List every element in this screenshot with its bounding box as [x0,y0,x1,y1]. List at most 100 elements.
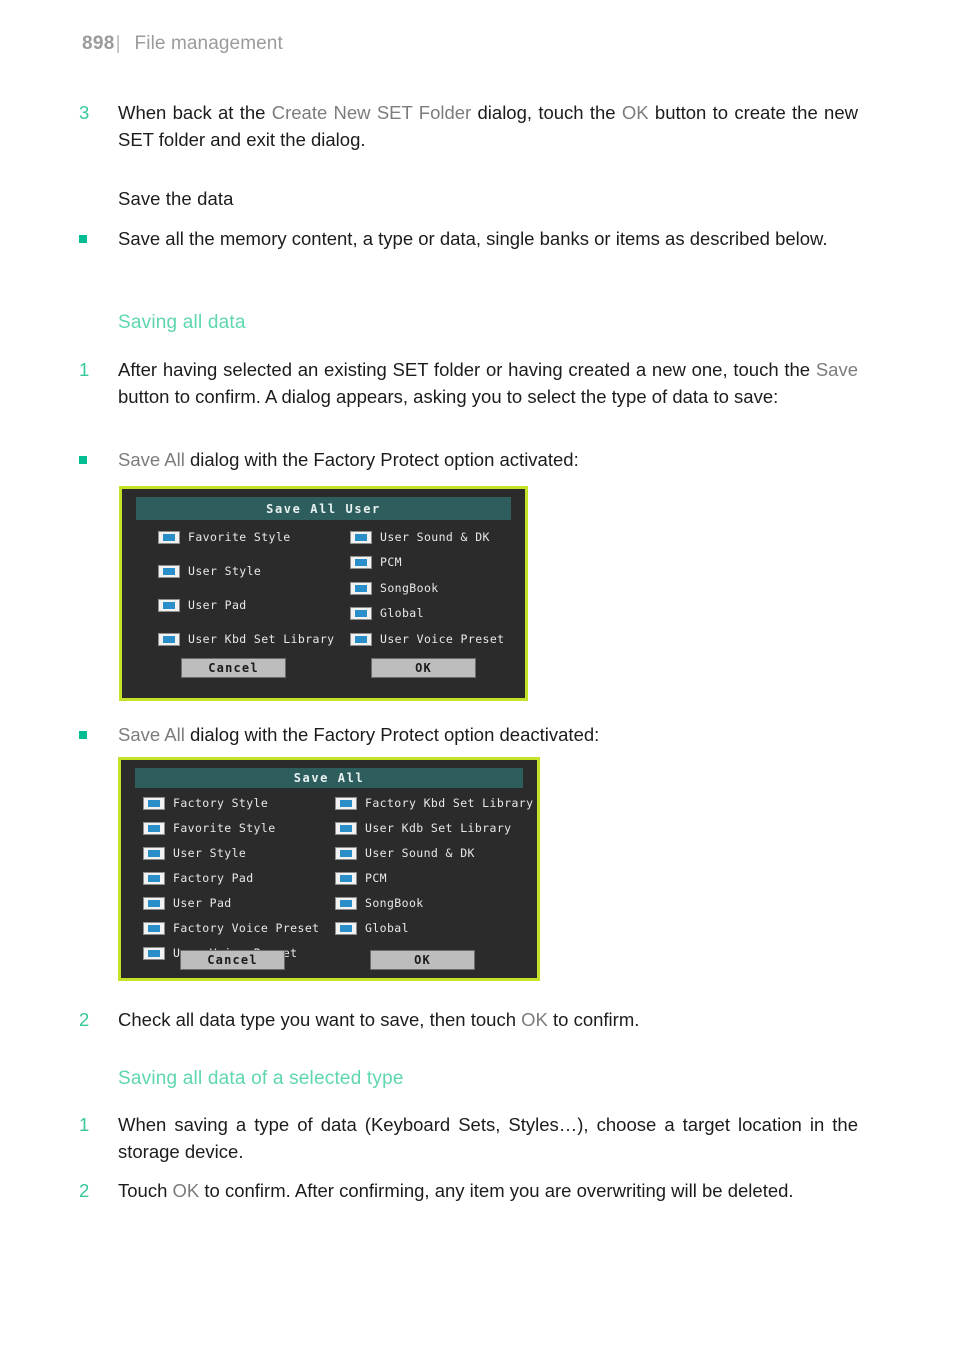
checkbox-label: User Voice Preset [380,632,505,646]
step-saving-1-number: 1 [79,359,90,380]
dialog-save-all-user-inner: Save All User Favorite Style User Style … [126,493,521,694]
dialog-save-all-titlebar: Save All [135,768,523,788]
checkbox-row-global[interactable]: Global [350,606,424,620]
checkbox-label: PCM [380,555,402,569]
checkbox-row-user-style[interactable]: User Style [158,564,261,578]
step-selected-type-1: 1 When saving a type of data (Keyboard S… [76,1112,858,1165]
checkbox-row-user-style[interactable]: User Style [143,846,246,860]
checkbox-row-user-sound-dk[interactable]: User Sound & DK [335,846,475,860]
checkbox-row-songbook[interactable]: SongBook [350,581,439,595]
step-saving-1-post: button to confirm. A dialog appears, ask… [118,385,779,407]
bullet-marker-wrap [76,722,118,749]
checkbox-icon[interactable] [335,821,357,835]
step-3-ok-label: OK [621,102,649,123]
checkbox-row-user-kbd-set-library[interactable]: User Kbd Set Library [158,632,334,646]
checkbox-row-pcm[interactable]: PCM [335,871,387,885]
checkbox-icon[interactable] [335,896,357,910]
bullet-factory-protect-activated-text: Save All dialog with the Factory Protect… [118,447,858,474]
checkbox-icon[interactable] [350,530,372,544]
checkbox-label: Factory Style [173,796,269,810]
step-saving-2-number: 2 [79,1009,90,1030]
checkbox-label: User Pad [188,598,247,612]
checkbox-icon[interactable] [158,632,180,646]
checkbox-row-user-pad[interactable]: User Pad [158,598,247,612]
checkbox-row-user-kdb-set-library[interactable]: User Kdb Set Library [335,821,511,835]
header-separator: | [115,33,121,54]
checkbox-row-user-sound-dk[interactable]: User Sound & DK [350,530,490,544]
checkbox-label: PCM [365,871,387,885]
dialog-save-all-user[interactable]: Save All User Favorite Style User Style … [119,486,528,701]
cancel-button[interactable]: Cancel [180,950,285,970]
step-selected-1-text: When saving a type of data (Keyboard Set… [118,1114,858,1162]
dialog-save-all-user-titlebar: Save All User [136,497,511,520]
bullet-factory-protect-deactivated: Save All dialog with the Factory Protect… [76,722,858,749]
dialog-save-all[interactable]: Save All Factory Style Favorite Style Us… [118,757,540,981]
checkbox-row-pcm[interactable]: PCM [350,555,402,569]
checkbox-label: User Style [173,846,247,860]
step-saving-2-ok-label: OK [521,1009,548,1030]
checkbox-icon[interactable] [143,796,165,810]
checkbox-icon[interactable] [143,846,165,860]
step-saving-all-data-1: 1 After having selected an existing SET … [76,357,858,410]
subheading-save-the-data: Save the data [118,188,234,209]
dialog-save-all-inner: Save All Factory Style Favorite Style Us… [125,764,533,974]
step-selected-type-2: 2 Touch OK to confirm. After confirming,… [76,1178,858,1205]
step-selected-2-pre: Touch [118,1180,173,1201]
checkbox-row-factory-kbd-set-library[interactable]: Factory Kbd Set Library [335,796,533,810]
checkbox-icon[interactable] [158,598,180,612]
checkbox-icon[interactable] [350,555,372,569]
checkbox-icon[interactable] [143,821,165,835]
checkbox-icon[interactable] [143,946,165,960]
step-3-text: When back at the Create New SET Folder d… [118,100,858,153]
checkbox-label: Factory Pad [173,871,254,885]
checkbox-row-user-pad[interactable]: User Pad [143,896,232,910]
checkbox-label: Global [380,606,424,620]
step-saving-1-save-label: Save [815,359,858,380]
checkbox-row-songbook[interactable]: SongBook [335,896,424,910]
checkbox-icon[interactable] [335,921,357,935]
step-saving-2-post: to confirm. [547,1009,640,1030]
bullet-marker-wrap [76,447,118,474]
checkbox-icon[interactable] [158,564,180,578]
checkbox-icon[interactable] [350,606,372,620]
checkbox-icon[interactable] [335,846,357,860]
checkbox-label: User Style [188,564,262,578]
checkbox-label: Favorite Style [188,530,291,544]
checkbox-icon[interactable] [143,921,165,935]
checkbox-row-factory-pad[interactable]: Factory Pad [143,871,254,885]
step-3-text-mid: dialog, touch the [471,102,622,123]
checkbox-row-favorite-style[interactable]: Favorite Style [158,530,291,544]
checkbox-icon[interactable] [335,796,357,810]
bullet-factory-protect-deactivated-text: Save All dialog with the Factory Protect… [118,722,858,749]
step-saving-1-pre: After having selected an existing SET fo… [118,359,816,380]
square-bullet-icon [79,456,87,464]
page-header: 898 | File management [82,33,283,55]
checkbox-icon[interactable] [335,871,357,885]
section-heading-saving-selected-type: Saving all data of a selected type [118,1068,404,1089]
step-selected-1-number: 1 [79,1114,90,1135]
checkbox-icon[interactable] [350,581,372,595]
save-all-label-activated: Save All [118,449,185,470]
checkbox-row-factory-style[interactable]: Factory Style [143,796,268,810]
ok-button[interactable]: OK [370,950,475,970]
checkbox-icon[interactable] [143,896,165,910]
cancel-button[interactable]: Cancel [181,658,286,678]
checkbox-row-user-voice-preset[interactable]: User Voice Preset [350,632,505,646]
ok-button[interactable]: OK [371,658,476,678]
header-chapter-title: File management [134,33,283,54]
square-bullet-icon [79,235,87,243]
checkbox-label: User Kbd Set Library [188,632,335,646]
checkbox-label: Factory Kbd Set Library [365,796,534,810]
checkbox-row-factory-voice-preset[interactable]: Factory Voice Preset [143,921,319,935]
checkbox-icon[interactable] [158,530,180,544]
step-selected-2-post: to confirm. After confirming, any item y… [199,1180,794,1201]
checkbox-icon[interactable] [143,871,165,885]
checkbox-label: User Pad [173,896,232,910]
checkbox-row-global[interactable]: Global [335,921,409,935]
checkbox-icon[interactable] [350,632,372,646]
checkbox-label: Global [365,921,409,935]
bullet-deactivated-post: dialog with the Factory Protect option d… [184,724,600,745]
save-all-label-deactivated: Save All [118,724,185,745]
checkbox-row-favorite-style[interactable]: Favorite Style [143,821,276,835]
bullet-factory-protect-activated: Save All dialog with the Factory Protect… [76,447,858,474]
